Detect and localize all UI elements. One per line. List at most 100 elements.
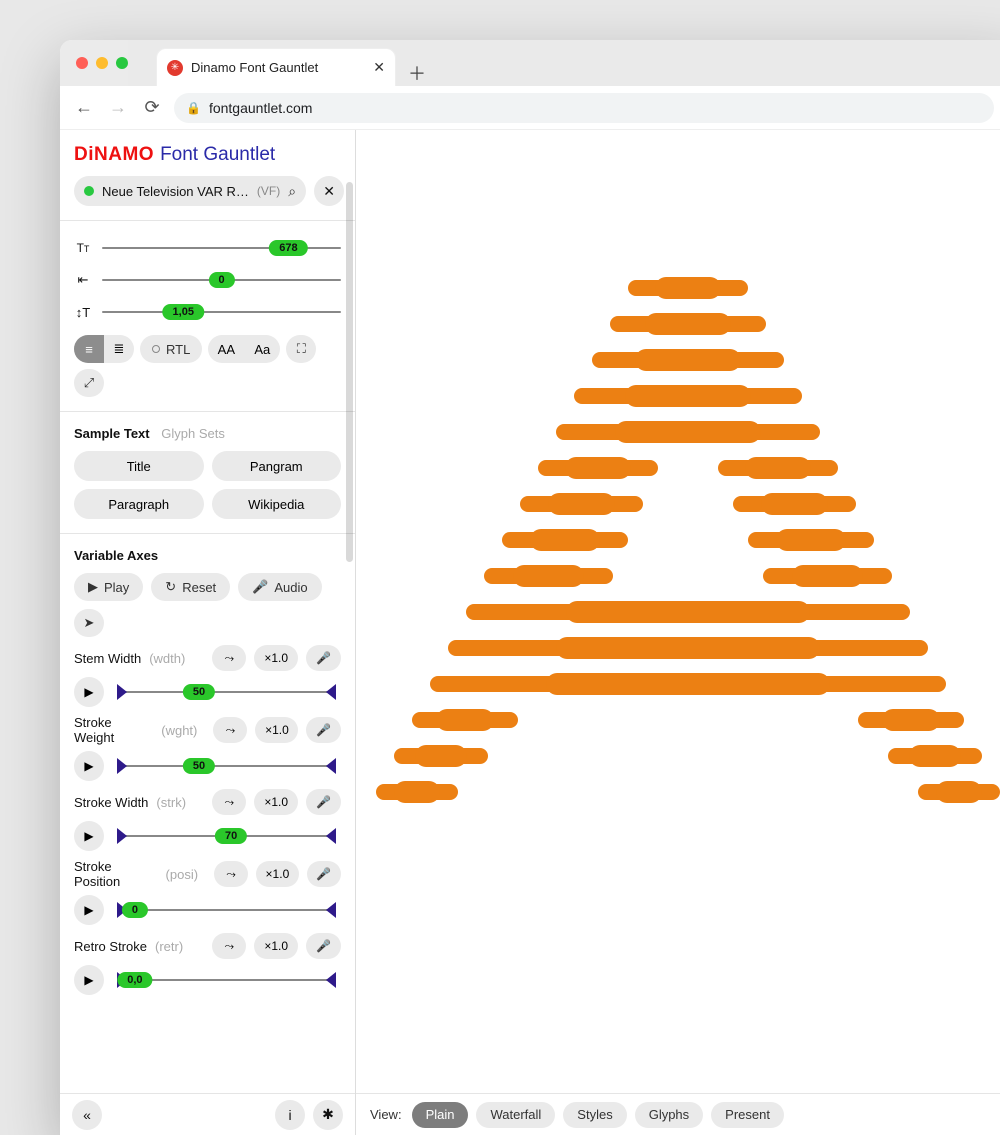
- axis-retr: Retro Stroke (retr) ⤳ ×1.0 🎤 ▶ 0,0: [74, 933, 341, 995]
- mic-button[interactable]: 🎤: [306, 717, 341, 743]
- sample-pangram-button[interactable]: Pangram: [212, 451, 342, 481]
- axis-play-button[interactable]: ▶: [74, 965, 104, 995]
- axis-slider[interactable]: 0: [112, 898, 341, 922]
- range-end-handle[interactable]: [326, 758, 336, 774]
- separator: [60, 411, 355, 412]
- glyph-sets-tab[interactable]: Glyph Sets: [161, 426, 225, 441]
- axis-slider[interactable]: 70: [112, 824, 341, 848]
- sidebar-footer: « i ✱: [60, 1093, 355, 1135]
- size-icon: TT: [74, 241, 92, 255]
- axes-list: Stem Width (wdth) ⤳ ×1.0 🎤 ▶ 50 Stroke W…: [74, 645, 341, 995]
- mic-button[interactable]: 🎤: [306, 645, 341, 671]
- mixedcase-button[interactable]: Aa: [244, 335, 280, 363]
- axis-value[interactable]: 50: [183, 684, 215, 700]
- new-tab-button[interactable]: ＋: [408, 60, 426, 86]
- axis-play-button[interactable]: ▶: [74, 677, 104, 707]
- range-start-handle[interactable]: [117, 828, 127, 844]
- axis-wdth: Stem Width (wdth) ⤳ ×1.0 🎤 ▶ 50: [74, 645, 341, 707]
- search-icon[interactable]: ⌕: [288, 183, 296, 200]
- maximize-window-button[interactable]: [116, 57, 128, 69]
- axis-name: Stroke Position: [74, 859, 158, 889]
- preview-canvas[interactable]: [356, 130, 1000, 1093]
- sample-text-title: Sample Text: [74, 426, 150, 441]
- axis-value[interactable]: 0,0: [117, 972, 152, 988]
- axis-play-button[interactable]: ▶: [74, 821, 104, 851]
- tracking-value[interactable]: 0: [208, 272, 234, 288]
- axis-play-button[interactable]: ▶: [74, 895, 104, 925]
- speed-button[interactable]: ×1.0: [255, 717, 298, 743]
- axis-tag: (wdth): [149, 651, 185, 666]
- play-all-button[interactable]: ▶ Play: [74, 573, 143, 601]
- align-left-button[interactable]: ≡: [74, 335, 104, 363]
- range-end-handle[interactable]: [326, 902, 336, 918]
- size-value[interactable]: 678: [269, 240, 307, 256]
- range-start-handle[interactable]: [117, 758, 127, 774]
- axis-name: Stroke Width: [74, 795, 148, 810]
- sample-title-button[interactable]: Title: [74, 451, 204, 481]
- speed-button[interactable]: ×1.0: [256, 861, 299, 887]
- tracking-slider[interactable]: 0: [102, 279, 341, 281]
- range-start-handle[interactable]: [117, 684, 127, 700]
- minimize-window-button[interactable]: [96, 57, 108, 69]
- curve-button[interactable]: ⤳: [212, 645, 246, 671]
- sidebar-scroll[interactable]: DiNAMO Font Gauntlet Neue Television VAR…: [60, 130, 355, 1093]
- axis-play-button[interactable]: ▶: [74, 751, 104, 781]
- target-button[interactable]: ➤: [74, 609, 104, 637]
- curve-button[interactable]: ⤳: [214, 861, 248, 887]
- axis-slider[interactable]: 50: [112, 754, 341, 778]
- font-selector[interactable]: Neue Television VAR R… (VF) ⌕: [74, 176, 306, 206]
- uppercase-button[interactable]: AA: [208, 335, 244, 363]
- axis-tag: (strk): [156, 795, 186, 810]
- font-vf-badge: (VF): [257, 184, 280, 198]
- axis-slider[interactable]: 50: [112, 680, 341, 704]
- forward-button[interactable]: →: [106, 96, 130, 120]
- axis-value[interactable]: 70: [215, 828, 247, 844]
- lineheight-slider[interactable]: 1,05: [102, 311, 341, 313]
- close-tab-button[interactable]: ✕: [373, 59, 385, 76]
- size-slider[interactable]: 678: [102, 247, 341, 249]
- axis-slider[interactable]: 0,0: [112, 968, 341, 992]
- axis-tag: (retr): [155, 939, 183, 954]
- mic-button[interactable]: 🎤: [306, 789, 341, 815]
- back-button[interactable]: ←: [72, 96, 96, 120]
- fullscreen-button[interactable]: ⤢: [74, 369, 104, 397]
- curve-button[interactable]: ⤳: [212, 933, 246, 959]
- speed-button[interactable]: ×1.0: [254, 933, 298, 959]
- range-end-handle[interactable]: [326, 972, 336, 988]
- rtl-label: RTL: [166, 342, 190, 357]
- speed-button[interactable]: ×1.0: [254, 645, 298, 671]
- brand: DiNAMO Font Gauntlet: [74, 144, 341, 166]
- rtl-toggle[interactable]: RTL: [140, 335, 202, 363]
- address-bar[interactable]: 🔒 fontgauntlet.com: [174, 93, 994, 123]
- range-end-handle[interactable]: [326, 828, 336, 844]
- align-center-button[interactable]: ≣: [104, 335, 134, 363]
- tab-title: Dinamo Font Gauntlet: [191, 60, 365, 75]
- axis-value[interactable]: 50: [183, 758, 215, 774]
- reset-button[interactable]: ↻ Reset: [151, 573, 230, 601]
- reload-button[interactable]: ⟳: [140, 96, 164, 120]
- url-text: fontgauntlet.com: [209, 100, 313, 116]
- range-end-handle[interactable]: [326, 684, 336, 700]
- speed-button[interactable]: ×1.0: [254, 789, 298, 815]
- case-segment: AA Aa: [208, 335, 280, 363]
- lineheight-slider-row: ↕T 1,05: [74, 299, 341, 325]
- browser-tab[interactable]: ✳ Dinamo Font Gauntlet ✕: [156, 48, 396, 86]
- close-window-button[interactable]: [76, 57, 88, 69]
- curve-button[interactable]: ⤳: [212, 789, 246, 815]
- content-area: DiNAMO Font Gauntlet Neue Television VAR…: [60, 130, 1000, 1135]
- curve-button[interactable]: ⤳: [213, 717, 247, 743]
- axis-wght: Stroke Weight (wght) ⤳ ×1.0 🎤 ▶ 50: [74, 715, 341, 781]
- size-slider-row: TT 678: [74, 235, 341, 261]
- sample-paragraph-button[interactable]: Paragraph: [74, 489, 204, 519]
- titlebar: ✳ Dinamo Font Gauntlet ✕ ＋: [60, 40, 1000, 86]
- sample-wikipedia-button[interactable]: Wikipedia: [212, 489, 342, 519]
- focus-button[interactable]: ⛶: [286, 335, 316, 363]
- mic-button[interactable]: 🎤: [307, 861, 341, 887]
- axis-value[interactable]: 0: [122, 902, 148, 918]
- brand-suffix: Font Gauntlet: [160, 144, 275, 166]
- audio-button[interactable]: 🎤 Audio: [238, 573, 321, 601]
- favicon-icon: ✳: [167, 60, 183, 76]
- remove-font-button[interactable]: ✕: [314, 176, 344, 206]
- lineheight-value[interactable]: 1,05: [163, 304, 204, 320]
- mic-button[interactable]: 🎤: [306, 933, 341, 959]
